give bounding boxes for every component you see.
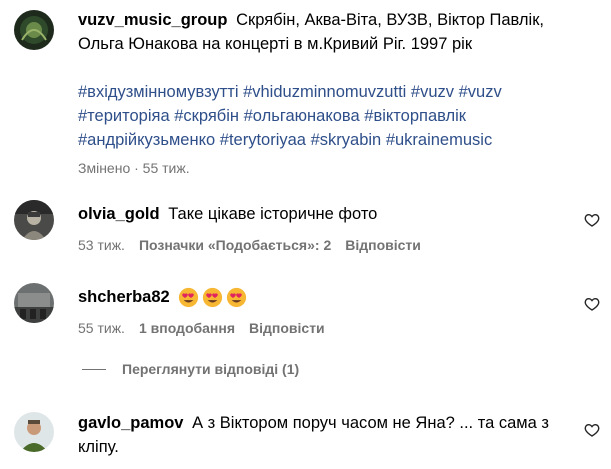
hashtag[interactable]: #vuzv — [459, 83, 502, 101]
comment-text: gavlo_pamov А з Віктором поруч часом не … — [78, 411, 565, 459]
comment-text: olvia_gold Таке цікаве історичне фото — [78, 202, 565, 226]
divider-line — [82, 368, 106, 370]
comment-body: Таке цікаве історичне фото — [168, 205, 378, 223]
like-heart-icon[interactable] — [584, 212, 600, 228]
avatar-shcherba82[interactable] — [14, 283, 54, 323]
hashtag[interactable]: #ольгаюнакова — [244, 107, 360, 125]
avatar-vuzv[interactable] — [14, 10, 54, 50]
post-username[interactable]: vuzv_music_group — [78, 11, 227, 29]
comments-panel: vuzv_music_group Скрябін, Аква-Віта, ВУЗ… — [0, 0, 611, 469]
comment-item: gavlo_pamov А з Віктором поруч часом не … — [78, 411, 565, 459]
hashtag[interactable]: #vuzv — [411, 83, 454, 101]
emoji-group — [178, 287, 247, 308]
post-caption: vuzv_music_group Скрябін, Аква-Віта, ВУЗ… — [78, 8, 565, 177]
hashtag[interactable]: #скрябін — [174, 107, 239, 125]
comment-meta: 55 тиж. 1 вподобання Відповісти — [78, 319, 565, 337]
likes-count[interactable]: 1 вподобання — [139, 319, 235, 337]
comment-username[interactable]: gavlo_pamov — [78, 414, 183, 432]
comment-text: shcherba82 — [78, 285, 565, 309]
comment-time[interactable]: 55 тиж. — [78, 319, 125, 337]
hashtag[interactable]: #вхідузмінномувзутті — [78, 83, 238, 101]
comment-item: olvia_gold Таке цікаве історичне фото 53… — [78, 202, 565, 254]
hashtag[interactable]: #вікторпавлік — [364, 107, 466, 125]
hashtag[interactable]: #vhiduzminnomuvzutti — [243, 83, 406, 101]
heart-eyes-emoji-icon — [178, 287, 199, 308]
comment-item: shcherba82 55 тиж. 1 вподобання Відповіс… — [78, 285, 565, 337]
avatar-olvia-gold[interactable] — [14, 200, 54, 240]
comment-meta: 53 тиж. Позначки «Подобається»: 2 Відпов… — [78, 236, 565, 254]
avatar-gavlo-pamov[interactable] — [14, 412, 54, 452]
hashtags: #вхідузмінномувзутті #vhiduzminnomuvzutt… — [78, 80, 565, 152]
likes-count[interactable]: Позначки «Подобається»: 2 — [139, 236, 331, 254]
like-heart-icon[interactable] — [584, 296, 600, 312]
hashtag[interactable]: #андрійкузьменко — [78, 131, 215, 149]
hashtag[interactable]: #terytoriyaa — [220, 131, 306, 149]
like-heart-icon[interactable] — [584, 422, 600, 438]
edited-time: Змінено · 55 тиж. — [78, 160, 190, 176]
caption-text: vuzv_music_group Скрябін, Аква-Віта, ВУЗ… — [78, 8, 565, 56]
heart-eyes-emoji-icon — [226, 287, 247, 308]
hashtag[interactable]: #територіяа — [78, 107, 170, 125]
hashtag[interactable]: #skryabin — [311, 131, 382, 149]
reply-button[interactable]: Відповісти — [249, 319, 325, 337]
comment-time[interactable]: 53 тиж. — [78, 236, 125, 254]
reply-button[interactable]: Відповісти — [345, 236, 421, 254]
post-meta: Змінено · 55 тиж. — [78, 159, 565, 177]
hashtag[interactable]: #ukrainemusic — [386, 131, 492, 149]
heart-eyes-emoji-icon — [202, 287, 223, 308]
comment-username[interactable]: olvia_gold — [78, 205, 160, 223]
view-replies-button[interactable]: Переглянути відповіді (1) — [82, 361, 299, 377]
comment-username[interactable]: shcherba82 — [78, 288, 170, 306]
view-replies-label: Переглянути відповіді (1) — [122, 361, 300, 377]
